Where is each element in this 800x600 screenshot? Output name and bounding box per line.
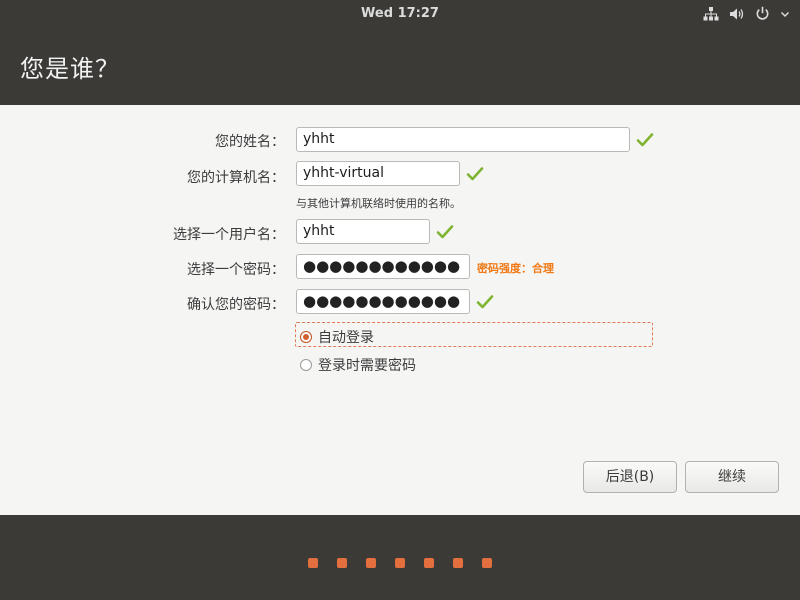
continue-button[interactable]: 继续 [685,461,779,493]
password-label: 选择一个密码： [187,262,285,278]
computer-name-label: 您的计算机名： [187,170,285,186]
progress-dots [0,558,800,568]
system-tray[interactable] [703,0,790,27]
auto-login-label: 自动登录 [318,330,374,346]
progress-dot [453,558,463,568]
require-password-label: 登录时需要密码 [318,358,416,374]
page-title: 您是谁？ [20,55,120,83]
power-icon[interactable] [755,6,770,21]
progress-footer [0,515,800,600]
checkmark-icon [466,167,484,181]
checkmark-icon [476,295,494,309]
confirm-password-input[interactable]: ●●●●●●●●●●●● [296,289,470,314]
user-setup-form: 您的姓名： yhht 您的计算机名： yhht-virtual 与其他计算机联络… [0,105,800,515]
username-label: 选择一个用户名： [173,227,285,243]
checkmark-icon [636,133,654,147]
auto-login-option[interactable]: 自动登录 [300,327,374,347]
progress-dot [395,558,405,568]
checkmark-icon [436,225,454,239]
progress-dot [482,558,492,568]
radio-selected-icon[interactable] [300,331,312,343]
progress-dot [366,558,376,568]
radio-unselected-icon[interactable] [300,359,312,371]
name-label: 您的姓名： [215,134,285,150]
require-password-option[interactable]: 登录时需要密码 [300,355,416,375]
computer-name-input[interactable]: yhht-virtual [296,161,460,186]
confirm-password-label: 确认您的密码： [187,297,285,313]
progress-dot [424,558,434,568]
progress-dot [308,558,318,568]
top-panel: Wed 17:27 [0,0,800,27]
chevron-down-icon[interactable] [780,9,790,19]
progress-dot [337,558,347,568]
volume-icon[interactable] [729,7,745,21]
name-input[interactable]: yhht [296,127,630,152]
password-input[interactable]: ●●●●●●●●●●●● [296,254,470,279]
username-input[interactable]: yhht [296,219,430,244]
network-icon[interactable] [703,6,719,21]
back-button[interactable]: 后退(B) [583,461,677,493]
clock[interactable]: Wed 17:27 [0,0,800,27]
page-header: 您是谁？ [0,27,800,105]
password-strength: 密码强度：合理 [477,262,554,275]
computer-name-hint: 与其他计算机联络时使用的名称。 [296,197,461,210]
